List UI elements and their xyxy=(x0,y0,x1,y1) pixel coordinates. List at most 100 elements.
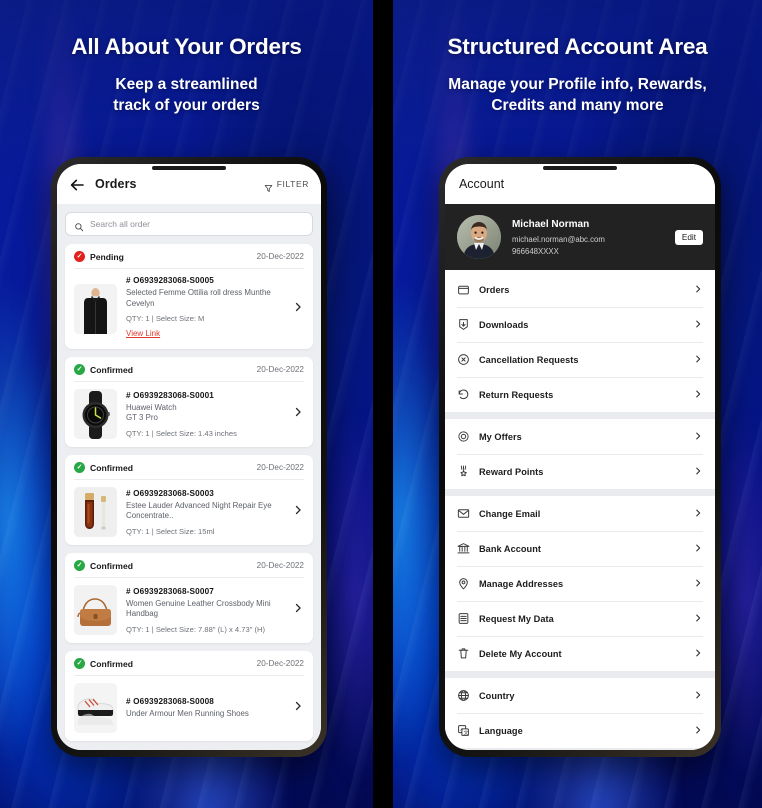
menu-item-my-offers[interactable]: My Offers xyxy=(445,419,715,454)
chevron-right-icon[interactable] xyxy=(292,601,304,619)
account-screen: Account Michael Norman michael.norman@ab… xyxy=(444,164,715,750)
orders-list-body[interactable]: Search all order ✓ Pending 20-Dec-2022 # O6… xyxy=(57,204,321,750)
status-check-icon: ✓ xyxy=(74,560,85,572)
orders-list: ✓ Pending 20-Dec-2022 # O6939283068-S0005 Se… xyxy=(65,244,313,742)
search-input[interactable]: Search all order xyxy=(65,212,313,236)
order-details: # O6939283068-S0007 Women Genuine Leather… xyxy=(126,587,283,634)
status-label: Confirmed xyxy=(90,364,133,375)
phone-speaker-notch xyxy=(152,166,226,170)
chevron-right-icon[interactable] xyxy=(292,503,304,521)
chevron-right-icon[interactable] xyxy=(693,351,703,369)
chevron-right-icon[interactable] xyxy=(693,316,703,334)
chevron-right-icon[interactable] xyxy=(693,687,703,705)
chevron-right-icon[interactable] xyxy=(693,575,703,593)
offer-badge-icon xyxy=(457,430,470,443)
chevron-right-icon[interactable] xyxy=(292,300,304,318)
menu-item-delete-my-account[interactable]: Delete My Account xyxy=(445,636,715,671)
left-heading: All About Your Orders xyxy=(71,34,302,59)
menu-item-country[interactable]: Country xyxy=(445,678,715,713)
account-phone-mockup: Account Michael Norman michael.norman@ab… xyxy=(438,157,721,757)
menu-item-label: Orders xyxy=(478,284,510,295)
menu-item-label: Reward Points xyxy=(478,466,544,477)
right-heading: Structured Account Area xyxy=(447,34,708,59)
chevron-right-icon[interactable] xyxy=(693,645,703,663)
account-appbar: Account xyxy=(444,164,715,204)
order-description-line: Huawei Watch xyxy=(126,402,177,412)
profile-card: Michael Norman michael.norman@abc.com 96… xyxy=(444,204,715,270)
menu-item-cancellation-requests[interactable]: Cancellation Requests xyxy=(445,342,715,377)
right-subheading-line1: Manage your Profile info, Rewards, xyxy=(448,76,707,93)
right-promo-panel: Structured Account Area Manage your Prof… xyxy=(392,0,762,808)
right-heading-block: Structured Account Area Manage your Prof… xyxy=(393,34,762,116)
order-id: # O6939283068-S0001 xyxy=(126,390,214,400)
menu-item-language[interactable]: A文 Language xyxy=(445,713,715,748)
order-card-header: ✓ Confirmed 20-Dec-2022 xyxy=(74,560,304,577)
chevron-right-icon[interactable] xyxy=(693,610,703,628)
status-badge: ✓ Confirmed xyxy=(74,658,133,670)
status-label: Confirmed xyxy=(90,658,133,669)
menu-item-orders[interactable]: Orders xyxy=(445,272,715,307)
profile-name: Michael Norman xyxy=(511,218,590,230)
status-label: Confirmed xyxy=(90,462,133,473)
chevron-right-icon[interactable] xyxy=(693,540,703,558)
status-badge: ✓ Pending xyxy=(74,251,124,262)
chevron-right-icon[interactable] xyxy=(693,722,703,740)
order-card[interactable]: ✓ Confirmed 20-Dec-2022 # O6939283068-S0001… xyxy=(65,357,313,448)
menu-item-return-requests[interactable]: Return Requests xyxy=(445,377,715,412)
chevron-right-icon[interactable] xyxy=(693,428,703,446)
right-subheading: Manage your Profile info, Rewards, Credi… xyxy=(393,74,762,116)
chevron-right-icon[interactable] xyxy=(693,505,703,523)
menu-item-label: Bank Account xyxy=(478,543,541,554)
menu-group: Country A文 Language xyxy=(444,678,715,748)
menu-item-manage-addresses[interactable]: Manage Addresses xyxy=(445,566,715,601)
order-date: 20-Dec-2022 xyxy=(256,659,304,669)
menu-item-label: Delete My Account xyxy=(478,648,562,659)
order-details: # O6939283068-S0003 Estee Lauder Advanced… xyxy=(126,489,283,536)
left-subheading-line1: Keep a streamlined xyxy=(115,76,258,93)
status-badge: ✓ Confirmed xyxy=(74,462,133,474)
back-arrow-icon[interactable] xyxy=(69,177,85,191)
menu-item-change-email[interactable]: Change Email xyxy=(445,496,715,531)
order-description: Under Armour Men Running Shoes xyxy=(126,709,283,720)
download-icon xyxy=(457,318,470,331)
order-card[interactable]: ✓ Confirmed 20-Dec-2022 # O6939283068-S0007… xyxy=(65,553,313,644)
order-card[interactable]: ✓ Pending 20-Dec-2022 # O6939283068-S0005 Se… xyxy=(65,244,313,350)
order-card[interactable]: ✓ Confirmed 20-Dec-2022 # O6939283068-S0008… xyxy=(65,651,313,742)
account-menu-body[interactable]: Orders Downloads Cancellation Requests Retu… xyxy=(444,272,715,750)
order-card-body: # O6939283068-S0001 Huawei Watch GT 3 Pro Q… xyxy=(74,381,304,440)
order-card-body: # O6939283068-S0005 Selected Femme Ottili… xyxy=(74,268,304,341)
filter-funnel-icon xyxy=(264,180,273,192)
menu-item-request-my-data[interactable]: Request My Data xyxy=(445,601,715,636)
bank-icon xyxy=(457,542,470,555)
edit-profile-button[interactable]: Edit xyxy=(674,229,703,245)
order-card-body: # O6939283068-S0008 Under Armour Men Runn… xyxy=(74,675,304,734)
orders-appbar: Orders FILTER xyxy=(57,164,321,204)
chevron-right-icon[interactable] xyxy=(693,386,703,404)
chevron-right-icon[interactable] xyxy=(292,405,304,423)
filter-button[interactable]: FILTER xyxy=(264,179,309,192)
menu-item-reward-points[interactable]: Reward Points xyxy=(445,454,715,489)
order-details: # O6939283068-S0005 Selected Femme Ottili… xyxy=(126,276,283,341)
menu-item-downloads[interactable]: Downloads xyxy=(445,307,715,342)
order-card[interactable]: ✓ Confirmed 20-Dec-2022 # O6939283068-S0003… xyxy=(65,455,313,546)
menu-item-label: My Offers xyxy=(478,431,522,442)
search-icon xyxy=(74,219,84,232)
chevron-right-icon[interactable] xyxy=(292,699,304,717)
trash-icon xyxy=(457,647,470,660)
order-card-header: ✓ Confirmed 20-Dec-2022 xyxy=(74,364,304,381)
profile-email: michael.norman@abc.com xyxy=(511,234,605,244)
chevron-right-icon[interactable] xyxy=(693,463,703,481)
chevron-right-icon[interactable] xyxy=(693,281,703,299)
order-card-header: ✓ Confirmed 20-Dec-2022 xyxy=(74,462,304,479)
order-id: # O6939283068-S0005 xyxy=(126,276,214,285)
order-details: # O6939283068-S0008 Under Armour Men Runn… xyxy=(126,697,283,720)
left-heading-block: All About Your Orders Keep a streamlined… xyxy=(0,34,373,116)
menu-item-bank-account[interactable]: Bank Account xyxy=(445,531,715,566)
order-description-line: Under Armour Men Running Shoes xyxy=(126,709,249,718)
order-id: # O6939283068-S0007 xyxy=(126,586,214,596)
view-link[interactable]: View Link xyxy=(126,329,160,338)
profile-info: Michael Norman michael.norman@abc.com 96… xyxy=(512,219,664,256)
menu-item-label: Return Requests xyxy=(478,389,554,400)
product-thumbnail-black-jacket-man xyxy=(74,283,117,334)
panel-divider xyxy=(372,0,383,808)
